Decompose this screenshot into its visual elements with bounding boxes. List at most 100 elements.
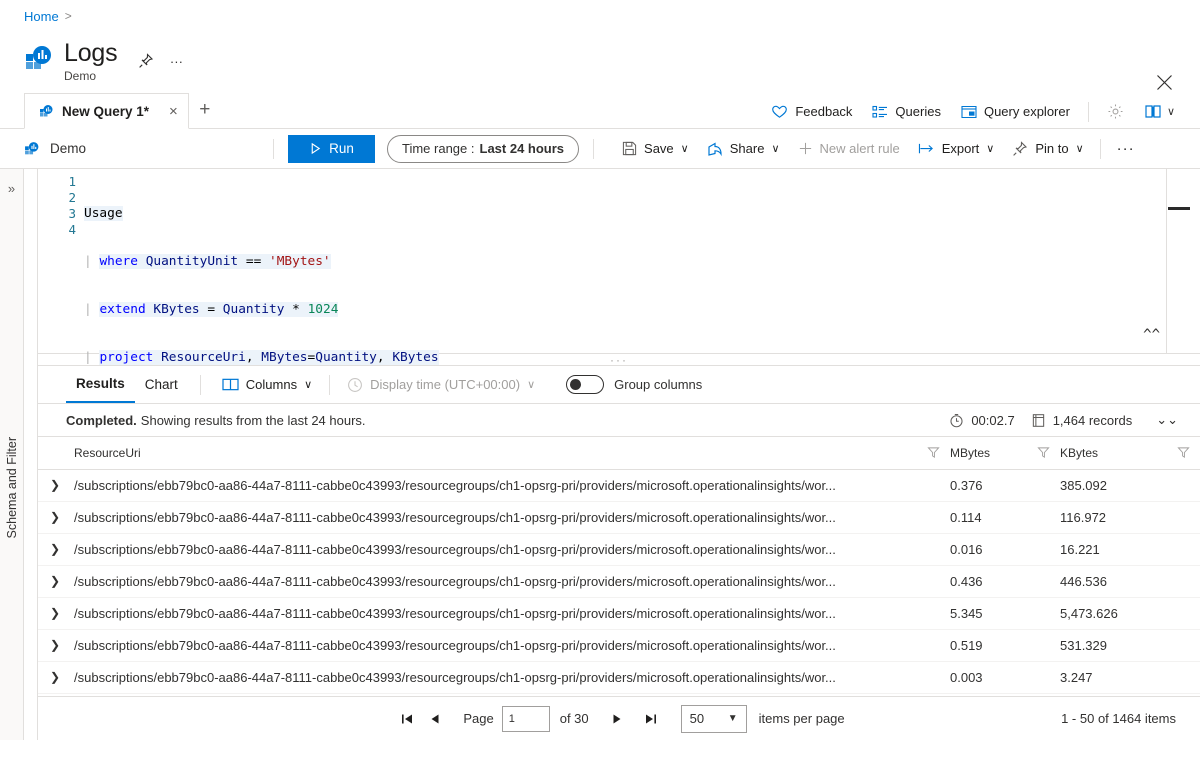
- table-row[interactable]: ❯/subscriptions/ebb79bc0-aa86-44a7-8111-…: [38, 533, 1200, 566]
- pin-icon[interactable]: [133, 48, 159, 74]
- editor-code[interactable]: Usage | where QuantityUnit == 'MBytes' |…: [76, 169, 1200, 365]
- time-range-value: Last 24 hours: [479, 141, 565, 156]
- table-row[interactable]: ❯/subscriptions/ebb79bc0-aa86-44a7-8111-…: [38, 597, 1200, 630]
- chevron-double-up-icon[interactable]: ^^: [1143, 327, 1160, 343]
- code-line-1: Usage: [84, 206, 123, 221]
- row-expand-chevron-right-icon[interactable]: ❯: [38, 501, 72, 534]
- schema-filter-rail: » Schema and Filter: [0, 169, 24, 740]
- row-expand-chevron-right-icon[interactable]: ❯: [38, 597, 72, 630]
- ellipsis-icon[interactable]: ···: [163, 48, 189, 74]
- items-per-page-value: 50: [689, 711, 705, 726]
- row-expand-chevron-right-icon[interactable]: ❯: [38, 533, 72, 566]
- chevron-double-right-icon[interactable]: »: [8, 181, 15, 196]
- cell-resourceuri: /subscriptions/ebb79bc0-aa86-44a7-8111-c…: [72, 597, 950, 630]
- feedback-button[interactable]: Feedback: [762, 98, 861, 125]
- next-page-button[interactable]: [603, 705, 631, 733]
- record-count-value: 1,464 records: [1052, 412, 1133, 428]
- editor-minimap-marker: [1168, 207, 1190, 210]
- chevron-double-down-icon[interactable]: ⌄⌄: [1156, 412, 1178, 428]
- results-grid-head: ResourceUri MBytes KBytes: [38, 437, 1200, 470]
- query-tab-close-icon[interactable]: ×: [169, 103, 178, 120]
- heart-icon: [771, 103, 788, 120]
- window-icon: [961, 104, 977, 120]
- table-row[interactable]: ❯/subscriptions/ebb79bc0-aa86-44a7-8111-…: [38, 501, 1200, 534]
- export-button[interactable]: Export ∨: [909, 136, 1004, 161]
- table-row[interactable]: ❯/subscriptions/ebb79bc0-aa86-44a7-8111-…: [38, 629, 1200, 662]
- query-tab-new-query-1[interactable]: New Query 1* ×: [24, 93, 189, 129]
- page-title: Logs: [64, 39, 118, 67]
- query-duration: 00:02.7: [949, 413, 1015, 428]
- th-resourceuri-inner: ResourceUri: [74, 446, 950, 460]
- breadcrumb-separator: >: [64, 9, 72, 23]
- previous-page-button[interactable]: [421, 705, 449, 733]
- queries-button[interactable]: Queries: [863, 99, 950, 125]
- pin-to-button[interactable]: Pin to ∨: [1003, 136, 1092, 162]
- cell-kbytes: 16.221: [1060, 533, 1200, 566]
- queries-label: Queries: [895, 104, 941, 119]
- code-line-4: | project ResourceUri, MBytes=Quantity, …: [84, 350, 439, 365]
- th-mbytes-label: MBytes: [950, 445, 991, 460]
- save-button[interactable]: Save ∨: [613, 136, 698, 161]
- last-page-button[interactable]: [637, 705, 665, 733]
- results-grid: ResourceUri MBytes KBytes ❯ /subscriptio…: [38, 437, 1200, 696]
- kql-query-editor[interactable]: 1 2 3 4 Usage | where QuantityUnit == 'M…: [38, 169, 1200, 365]
- first-page-button[interactable]: [393, 705, 421, 733]
- th-kbytes-inner: KBytes: [1060, 446, 1200, 460]
- breadcrumb-home[interactable]: Home: [24, 9, 59, 24]
- row-expand-chevron-right-icon[interactable]: ❯: [38, 629, 72, 662]
- cell-mbytes: 0.376: [950, 469, 1060, 502]
- items-per-page-select[interactable]: 50 ▼: [680, 704, 747, 733]
- new-query-tab-button[interactable]: +: [189, 93, 221, 127]
- time-range-prefix: Time range :: [402, 141, 475, 156]
- table-row[interactable]: ❯/subscriptions/ebb79bc0-aa86-44a7-8111-…: [38, 469, 1200, 502]
- filter-icon[interactable]: [927, 446, 940, 459]
- breadcrumb: Home >: [0, 0, 1200, 32]
- th-expand: [38, 437, 72, 470]
- run-button[interactable]: Run: [288, 134, 375, 163]
- scope-selector[interactable]: Demo: [24, 141, 266, 157]
- table-row[interactable]: ❯/subscriptions/ebb79bc0-aa86-44a7-8111-…: [38, 565, 1200, 598]
- line-number: 3: [68, 206, 76, 221]
- th-kbytes[interactable]: KBytes: [1060, 437, 1200, 470]
- row-expand-chevron-right-icon[interactable]: ❯: [38, 469, 72, 502]
- main-pane: 1 2 3 4 Usage | where QuantityUnit == 'M…: [38, 169, 1200, 740]
- schema-and-filter-label[interactable]: Schema and Filter: [5, 437, 19, 538]
- results-status-bar: Completed. Showing results from the last…: [38, 404, 1200, 437]
- page-title-block: Logs Demo: [64, 38, 118, 83]
- table-header-row: ResourceUri MBytes KBytes: [38, 437, 1200, 470]
- gear-icon[interactable]: [1098, 98, 1133, 125]
- line-number: 1: [68, 174, 76, 189]
- cell-mbytes: 0.436: [950, 565, 1060, 598]
- line-number: 4: [68, 222, 76, 237]
- th-mbytes[interactable]: MBytes: [950, 437, 1060, 470]
- time-range-picker[interactable]: Time range : Last 24 hours: [387, 134, 580, 163]
- page-number-input[interactable]: [501, 705, 550, 732]
- share-button[interactable]: Share ∨: [698, 136, 789, 162]
- row-expand-chevron-right-icon[interactable]: ❯: [38, 661, 72, 694]
- record-count: 1,464 records: [1031, 412, 1133, 428]
- cell-resourceuri: /subscriptions/ebb79bc0-aa86-44a7-8111-c…: [72, 565, 950, 598]
- filter-icon[interactable]: [1037, 446, 1050, 459]
- query-tab-strip: New Query 1* × + Feedback Queries Query …: [0, 93, 1200, 129]
- log-analytics-icon: [24, 44, 54, 74]
- book-icon[interactable]: ∨: [1135, 98, 1184, 125]
- cell-resourceuri: /subscriptions/ebb79bc0-aa86-44a7-8111-c…: [72, 533, 950, 566]
- th-resourceuri[interactable]: ResourceUri: [72, 437, 950, 470]
- save-icon: [622, 141, 637, 156]
- cell-mbytes: 0.519: [950, 629, 1060, 662]
- ellipsis-glyph: ···: [169, 53, 183, 69]
- more-commands-button[interactable]: ···: [1108, 135, 1144, 162]
- page-label: Page: [463, 711, 494, 726]
- toggle-track[interactable]: [566, 375, 605, 394]
- row-expand-chevron-right-icon[interactable]: ❯: [38, 565, 72, 598]
- pin-to-label: Pin to: [1035, 141, 1069, 156]
- query-explorer-button[interactable]: Query explorer: [952, 99, 1079, 125]
- results-status-right: 00:02.7 1,464 records ⌄⌄: [949, 412, 1178, 428]
- table-row[interactable]: ❯/subscriptions/ebb79bc0-aa86-44a7-8111-…: [38, 661, 1200, 694]
- book-chevron-down-icon: ∨: [1166, 106, 1175, 118]
- page-total-label: of 30: [559, 711, 589, 726]
- query-tab-icon: [39, 104, 54, 119]
- query-explorer-label: Query explorer: [983, 104, 1070, 119]
- filter-icon[interactable]: [1177, 446, 1190, 459]
- new-alert-rule-button[interactable]: New alert rule: [789, 136, 909, 161]
